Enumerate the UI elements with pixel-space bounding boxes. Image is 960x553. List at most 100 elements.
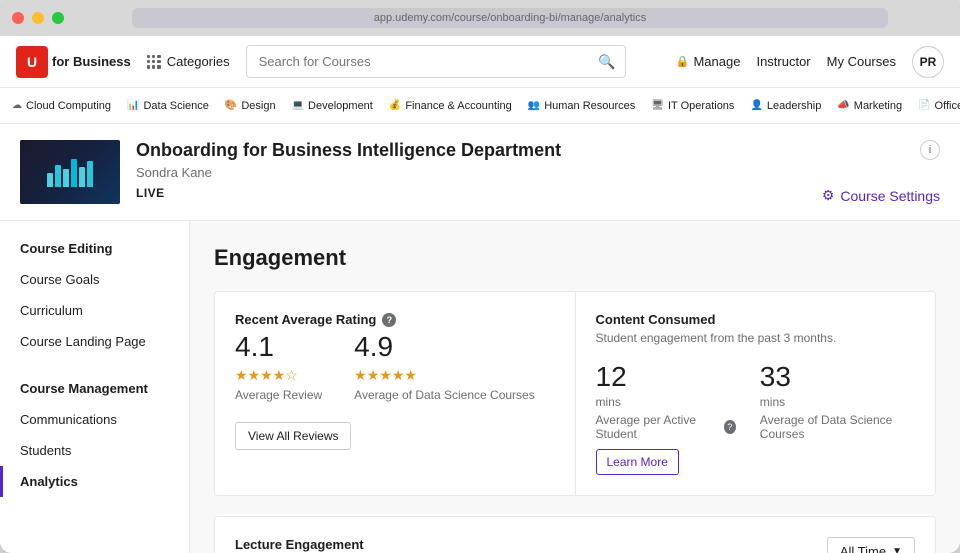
- view-all-reviews-button[interactable]: View All Reviews: [235, 422, 351, 450]
- category-item-data[interactable]: 📊 Data Science: [127, 100, 209, 112]
- info-icon[interactable]: i: [920, 140, 940, 160]
- ds-rating-block: 4.9 ★★★★★ Average of Data Science Course…: [354, 331, 535, 402]
- finance-icon: 💰: [389, 100, 401, 111]
- logo-icon: U: [16, 46, 48, 78]
- maximize-button[interactable]: [52, 12, 64, 24]
- content-card-subtitle: Student engagement from the past 3 month…: [596, 331, 916, 345]
- nav-right: 🔒 Manage Instructor My Courses PR: [676, 46, 944, 78]
- chevron-down-icon: ▼: [892, 546, 902, 553]
- cloud-icon: ☁: [12, 100, 22, 111]
- category-item-design[interactable]: 🎨 Design: [225, 100, 276, 112]
- browser-content: U for Business Categories 🔍: [0, 36, 960, 553]
- ds-rating-value: 4.9: [354, 331, 535, 363]
- metric2-block: 33 mins Average of Data Science Courses: [760, 361, 915, 475]
- metric1-label: Average per Active Student ?: [596, 413, 736, 441]
- gear-icon: ⚙: [822, 187, 835, 204]
- search-bar: 🔍: [246, 45, 626, 78]
- data-icon: 📊: [127, 100, 139, 111]
- metric2-unit: mins: [760, 395, 915, 409]
- category-item-marketing[interactable]: 📣 Marketing: [837, 100, 902, 112]
- engagement-cards: Recent Average Rating ? 4.1 ★★★★☆ Averag…: [214, 291, 936, 496]
- metric1-unit: mins: [596, 395, 736, 409]
- ds-stars: ★★★★★: [354, 367, 535, 384]
- ds-rating-label: Average of Data Science Courses: [354, 388, 535, 402]
- rating-card: Recent Average Rating ? 4.1 ★★★★☆ Averag…: [214, 291, 575, 496]
- category-item-dev[interactable]: 💻 Development: [292, 100, 373, 112]
- sidebar: Course Editing Course Goals Curriculum C…: [0, 221, 190, 553]
- course-status: LIVE: [136, 186, 806, 200]
- search-input[interactable]: [246, 45, 626, 78]
- category-item-office[interactable]: 📄 Office Productivity: [918, 100, 960, 112]
- it-icon: 🖥: [651, 100, 664, 111]
- categories-button[interactable]: Categories: [147, 54, 230, 69]
- page-title: Engagement: [214, 245, 936, 271]
- grid-icon: [147, 55, 161, 69]
- close-button[interactable]: [12, 12, 24, 24]
- rating-row: 4.1 ★★★★☆ Average Review 4.9 ★★★★★ Avera…: [235, 331, 555, 402]
- minimize-button[interactable]: [32, 12, 44, 24]
- sidebar-item-communications[interactable]: Communications: [0, 404, 189, 435]
- main-layout: Course Editing Course Goals Curriculum C…: [0, 221, 960, 553]
- address-bar[interactable]: app.udemy.com/course/onboarding-bi/manag…: [132, 8, 888, 28]
- thumbnail-image: [20, 140, 120, 204]
- lecture-header-text: Lecture Engagement Learn which of your l…: [235, 537, 604, 553]
- avg-rating-block: 4.1 ★★★★☆ Average Review: [235, 331, 322, 402]
- content-area: Engagement Recent Average Rating ? 4.1 ★…: [190, 221, 960, 553]
- browser-titlebar: app.udemy.com/course/onboarding-bi/manag…: [0, 0, 960, 36]
- category-item-finance[interactable]: 💰 Finance & Accounting: [389, 100, 512, 112]
- metric2-label: Average of Data Science Courses: [760, 413, 915, 441]
- time-period-dropdown[interactable]: All Time ▼: [827, 537, 915, 553]
- sidebar-item-analytics[interactable]: Analytics: [0, 466, 189, 497]
- content-card-header: Content Consumed: [596, 312, 916, 327]
- metric1-block: 12 mins Average per Active Student ? Lea…: [596, 361, 736, 475]
- marketing-icon: 📣: [837, 100, 849, 111]
- hr-icon: 👥: [528, 100, 540, 111]
- metrics-row: 12 mins Average per Active Student ? Lea…: [596, 361, 916, 475]
- course-header: Onboarding for Business Intelligence Dep…: [0, 124, 960, 221]
- category-item-it[interactable]: 🖥 IT Operations: [651, 100, 734, 112]
- course-thumbnail: [20, 140, 120, 204]
- rating-info-icon[interactable]: ?: [382, 313, 396, 327]
- sidebar-section-editing: Course Editing: [0, 241, 189, 264]
- office-icon: 📄: [918, 100, 930, 111]
- course-settings-button[interactable]: ⚙ Course Settings: [822, 187, 940, 204]
- avatar[interactable]: PR: [912, 46, 944, 78]
- category-item-hr[interactable]: 👥 Human Resources: [528, 100, 636, 112]
- category-item-cloud[interactable]: ☁ Cloud Computing: [12, 100, 111, 112]
- sidebar-item-students[interactable]: Students: [0, 435, 189, 466]
- lecture-section: Lecture Engagement Learn which of your l…: [214, 516, 936, 553]
- avg-stars: ★★★★☆: [235, 367, 322, 384]
- category-bar: ☁ Cloud Computing 📊 Data Science 🎨 Desig…: [0, 88, 960, 124]
- lock-icon: 🔒: [676, 55, 690, 68]
- lecture-section-header: Lecture Engagement Learn which of your l…: [235, 537, 915, 553]
- metric1-value: 12: [596, 361, 736, 393]
- metric1-info-icon[interactable]: ?: [724, 420, 736, 434]
- instructor-link[interactable]: Instructor: [756, 54, 810, 69]
- course-author: Sondra Kane: [136, 165, 806, 180]
- sidebar-item-landing[interactable]: Course Landing Page: [0, 326, 189, 357]
- avg-rating-value: 4.1: [235, 331, 322, 363]
- logo-text: for Business: [52, 54, 131, 70]
- metric2-value: 33: [760, 361, 915, 393]
- rating-card-header: Recent Average Rating ?: [235, 312, 555, 327]
- learn-more-button[interactable]: Learn More: [596, 449, 679, 475]
- search-icon: 🔍: [598, 53, 615, 70]
- browser-window: app.udemy.com/course/onboarding-bi/manag…: [0, 0, 960, 553]
- course-info: Onboarding for Business Intelligence Dep…: [136, 140, 806, 200]
- manage-link[interactable]: 🔒 Manage: [676, 54, 741, 69]
- avg-rating-label: Average Review: [235, 388, 322, 402]
- udemy-logo: U for Business: [16, 46, 131, 78]
- dev-icon: 💻: [292, 100, 304, 111]
- course-title: Onboarding for Business Intelligence Dep…: [136, 140, 806, 161]
- content-consumed-card: Content Consumed Student engagement from…: [575, 291, 937, 496]
- my-courses-link[interactable]: My Courses: [827, 54, 896, 69]
- design-icon: 🎨: [225, 100, 237, 111]
- sidebar-item-goals[interactable]: Course Goals: [0, 264, 189, 295]
- sidebar-item-curriculum[interactable]: Curriculum: [0, 295, 189, 326]
- category-item-leadership[interactable]: 👤 Leadership: [750, 100, 821, 112]
- lecture-section-title: Lecture Engagement: [235, 537, 604, 552]
- top-navigation: U for Business Categories 🔍: [0, 36, 960, 88]
- chart-bars: [47, 157, 93, 187]
- sidebar-section-management: Course Management: [0, 373, 189, 404]
- leadership-icon: 👤: [750, 100, 762, 111]
